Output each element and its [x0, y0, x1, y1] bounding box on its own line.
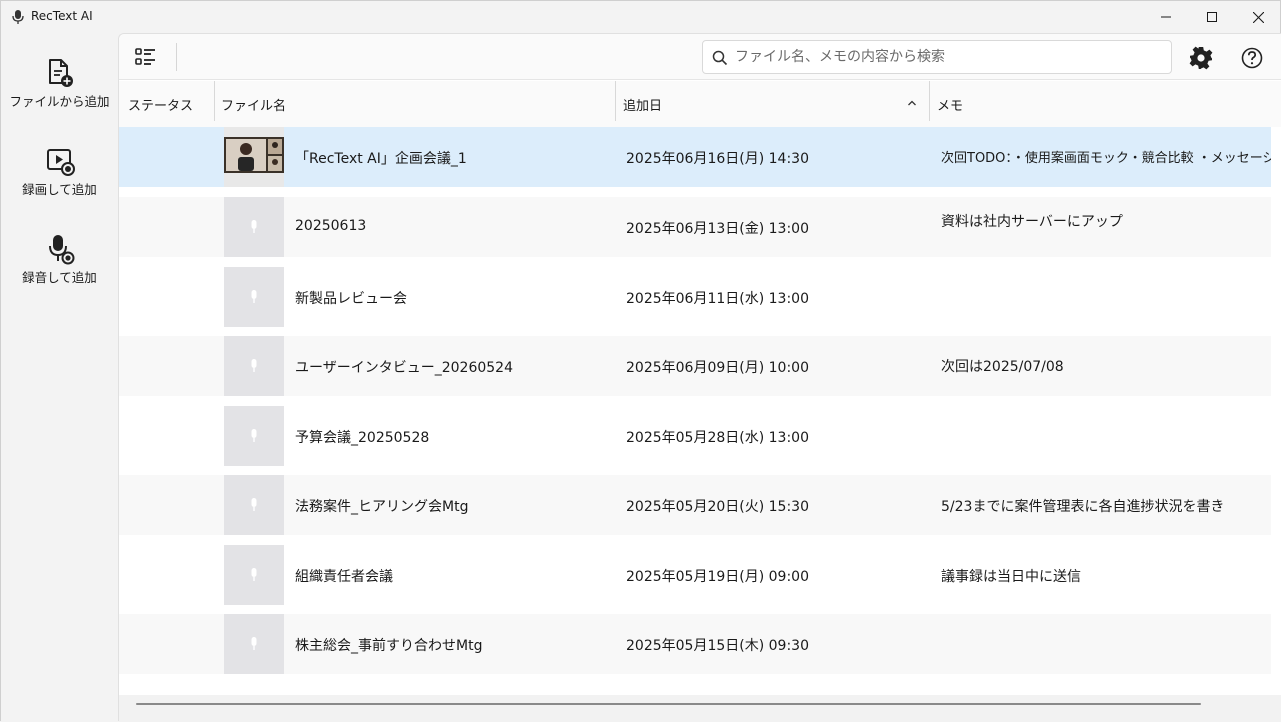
mic-icon [251, 220, 257, 233]
video-record-icon [46, 149, 75, 176]
added-date: 2025年06月13日(金) 13:00 [626, 221, 809, 237]
video-thumbnail [224, 127, 284, 187]
sidebar-item-label: ファイルから追加 [9, 94, 110, 109]
sidebar-item-record-video[interactable]: 録画して追加 [1, 121, 118, 201]
added-date: 2025年05月28日(水) 13:00 [626, 430, 809, 446]
sidebar: ファイルから追加 録画して追加 録音して追加 [1, 33, 118, 721]
table-row[interactable]: 20250613 2025年06月13日(金) 13:00 資料は社内サーバーに… [119, 197, 1271, 257]
memo: 議事録は当日中に送信 [941, 569, 1081, 585]
memo: 次回は2025/07/08 [941, 359, 1064, 375]
mic-record-icon [48, 235, 74, 265]
table-row[interactable]: 予算会議_20250528 2025年05月28日(水) 13:00 [119, 406, 1271, 466]
sort-ascending-icon [908, 100, 916, 106]
audio-thumbnail [224, 197, 284, 257]
toolbar [119, 34, 1281, 80]
horizontal-scrollbar[interactable] [119, 695, 1281, 722]
window-title: RecText AI [31, 9, 93, 23]
table-row[interactable]: 新製品レビュー会 2025年06月11日(水) 13:00 [119, 267, 1271, 327]
file-add-icon [48, 59, 73, 87]
close-button[interactable] [1235, 1, 1281, 33]
maximize-icon [1207, 12, 1217, 22]
mic-icon [251, 359, 257, 372]
table-row[interactable]: 株主総会_事前すり合わせMtg 2025年05月15日(木) 09:30 [119, 614, 1271, 674]
toolbar-divider [176, 43, 177, 71]
column-divider[interactable] [214, 81, 215, 121]
file-name: 組織責任者会議 [295, 569, 393, 585]
mic-icon [251, 637, 257, 650]
main-pane: ステータス ファイル名 追加日 メモ [118, 33, 1281, 722]
list-view-icon[interactable] [131, 44, 161, 70]
search-input[interactable] [735, 46, 1165, 68]
app-window: RecText AI ファイルから追加 録画して追加 録音して追加 ファイル名、… [0, 0, 1281, 722]
column-divider[interactable] [929, 81, 930, 121]
table-row[interactable]: 組織責任者会議 2025年05月19日(月) 09:00 議事録は当日中に送信 [119, 545, 1271, 605]
mic-icon [251, 498, 257, 511]
audio-thumbnail [224, 545, 284, 605]
search-box[interactable] [702, 40, 1172, 74]
memo: 資料は社内サーバーにアップ [941, 214, 1123, 230]
sidebar-item-add-from-file[interactable]: ファイルから追加 [1, 33, 118, 113]
added-date: 2025年05月15日(木) 09:30 [626, 638, 809, 654]
file-name: 新製品レビュー会 [295, 291, 407, 307]
table-row[interactable]: ユーザーインタビュー_20260524 2025年06月09日(月) 10:00… [119, 336, 1271, 396]
file-list: 「RecText AI」企画会議_1 2025年06月16日(月) 14:30 … [119, 127, 1281, 694]
column-divider[interactable] [615, 81, 616, 121]
added-date: 2025年05月20日(火) 15:30 [626, 499, 809, 515]
audio-thumbnail [224, 475, 284, 535]
memo: 5/23までに案件管理表に各自進捗状況を書き [941, 499, 1225, 515]
scrollbar-thumb[interactable] [136, 703, 1201, 705]
minimize-icon [1161, 16, 1171, 18]
audio-thumbnail [224, 267, 284, 327]
file-name: ユーザーインタビュー_20260524 [295, 360, 513, 376]
help-icon[interactable] [1238, 44, 1266, 72]
mic-icon [251, 290, 257, 303]
audio-thumbnail [224, 614, 284, 674]
file-name: 20250613 [295, 218, 367, 234]
mic-icon [251, 429, 257, 442]
column-header-memo[interactable]: メモ [937, 81, 963, 127]
file-name: 「RecText AI」企画会議_1 [295, 151, 467, 167]
audio-thumbnail [224, 336, 284, 396]
sidebar-item-label: 録音して追加 [22, 270, 97, 285]
sidebar-item-label: 録画して追加 [22, 182, 97, 197]
close-icon [1252, 11, 1264, 23]
added-date: 2025年06月09日(月) 10:00 [626, 360, 809, 376]
title-bar: RecText AI [1, 1, 1280, 33]
minimize-button[interactable] [1143, 1, 1189, 33]
maximize-button[interactable] [1189, 1, 1235, 33]
column-header-date[interactable]: 追加日 [623, 81, 662, 127]
search-icon [712, 50, 728, 66]
audio-thumbnail [224, 406, 284, 466]
mic-icon [251, 568, 257, 581]
column-header-filename[interactable]: ファイル名 [221, 81, 286, 127]
added-date: 2025年06月11日(水) 13:00 [626, 291, 809, 307]
gear-icon[interactable] [1187, 44, 1215, 72]
file-name: 株主総会_事前すり合わせMtg [295, 638, 483, 654]
added-date: 2025年06月16日(月) 14:30 [626, 151, 809, 167]
file-name: 予算会議_20250528 [295, 430, 430, 446]
table-header: ステータス ファイル名 追加日 メモ [119, 81, 1281, 127]
sidebar-item-record-audio[interactable]: 録音して追加 [1, 209, 118, 289]
memo: 次回TODO：・使用案画面モック・競合比較 ・メッセージ [941, 151, 1271, 166]
column-header-status[interactable]: ステータス [128, 81, 193, 127]
added-date: 2025年05月19日(月) 09:00 [626, 569, 809, 585]
video-thumbnail-image [224, 127, 284, 187]
app-mic-icon [12, 10, 24, 24]
table-row[interactable]: 法務案件_ヒアリング会Mtg 2025年05月20日(火) 15:30 5/23… [119, 475, 1271, 535]
file-name: 法務案件_ヒアリング会Mtg [295, 499, 469, 515]
table-row[interactable]: 「RecText AI」企画会議_1 2025年06月16日(月) 14:30 … [119, 127, 1271, 187]
